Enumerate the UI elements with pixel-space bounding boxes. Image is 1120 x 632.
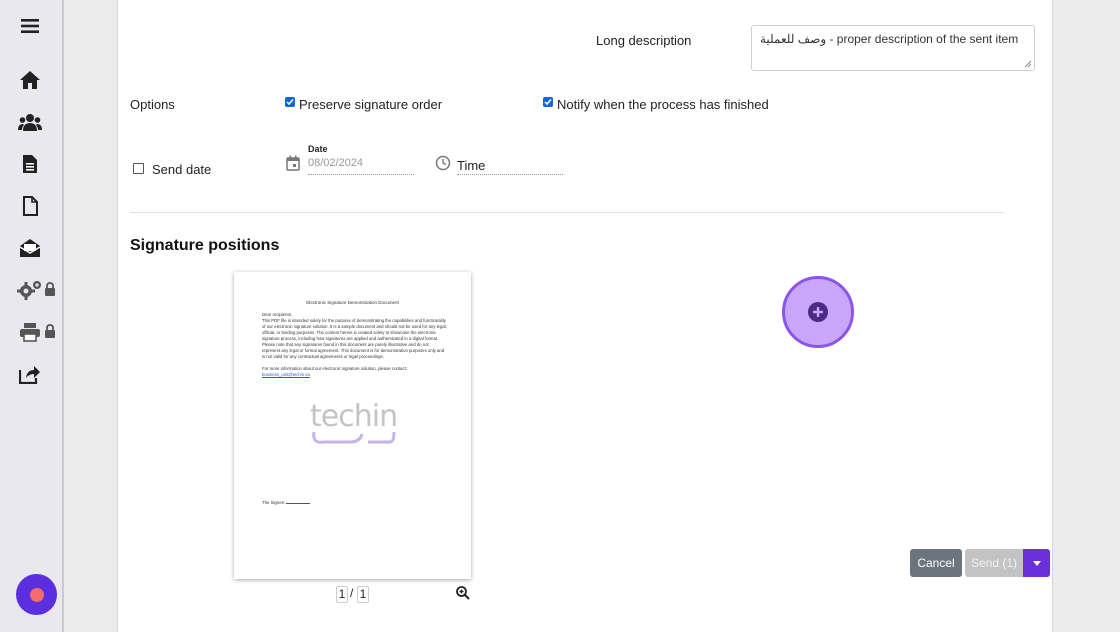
document-paragraph: This PDF file is intended solely for the… [262,318,447,359]
file-icon[interactable] [14,192,46,220]
lock-icon [44,282,58,298]
mail-open-icon[interactable] [14,234,46,262]
clock-icon [435,155,451,176]
preserve-signature-order-checkbox[interactable] [285,97,295,107]
preserve-signature-order-label[interactable]: Preserve signature order [299,97,442,112]
date-label: Date [308,144,328,154]
document-preview[interactable]: Electronic Signature Demonstration Docum… [234,272,471,579]
options-label: Options [130,97,175,112]
printer-icon[interactable] [14,318,46,346]
logo-text: techin [310,399,398,434]
page-separator: / [350,586,354,600]
divider [130,212,1004,213]
document-body: Dear recipients, This PDF file is intend… [262,312,447,378]
notify-finished-label[interactable]: Notify when the process has finished [557,97,769,112]
page-total: 1 [357,586,369,603]
signature-positions-title: Signature positions [130,237,280,254]
document-email-link[interactable]: business_unit@techin.sa [262,372,447,378]
menu-icon[interactable] [14,12,46,40]
long-description-label: Long description [596,33,692,48]
page-current-input[interactable]: 1 [336,586,348,603]
sidebar [0,0,64,632]
document-signee: The Signee: [262,500,311,505]
notify-finished-checkbox[interactable] [543,97,553,107]
check-icon [286,99,294,106]
share-icon[interactable] [14,360,46,388]
long-description-value: وصف للعملية - proper description of the … [760,32,1019,46]
check-icon [544,99,552,106]
long-description-field[interactable]: وصف للعملية - proper description of the … [751,25,1035,71]
time-input[interactable]: Time [457,158,485,173]
lock-icon [44,324,58,340]
time-underline [457,174,563,175]
document-text-icon[interactable] [14,150,46,178]
resize-grip-icon[interactable] [1024,60,1032,68]
main-panel: Long description وصف للعملية - proper de… [117,0,1053,632]
plus-circle-icon [808,302,828,322]
send-button[interactable]: Send (1) [965,549,1023,577]
send-options-dropdown[interactable] [1023,549,1050,577]
gears-icon[interactable] [14,276,46,304]
add-signature-position-button[interactable] [782,276,854,348]
record-button[interactable] [16,574,57,615]
home-icon[interactable] [14,66,46,94]
date-input[interactable]: 08/02/2024 [308,157,363,169]
cancel-button[interactable]: Cancel [910,549,962,577]
document-title: Electronic Signature Demonstration Docum… [306,300,399,305]
caret-down-icon [1032,560,1041,566]
send-date-checkbox[interactable] [133,163,144,174]
calendar-icon [286,155,300,176]
techin-logo: techin [310,399,398,450]
record-icon [29,587,44,602]
zoom-in-icon[interactable] [456,586,470,605]
date-underline [308,174,414,175]
users-icon[interactable] [14,108,46,136]
send-date-label[interactable]: Send date [152,162,211,177]
